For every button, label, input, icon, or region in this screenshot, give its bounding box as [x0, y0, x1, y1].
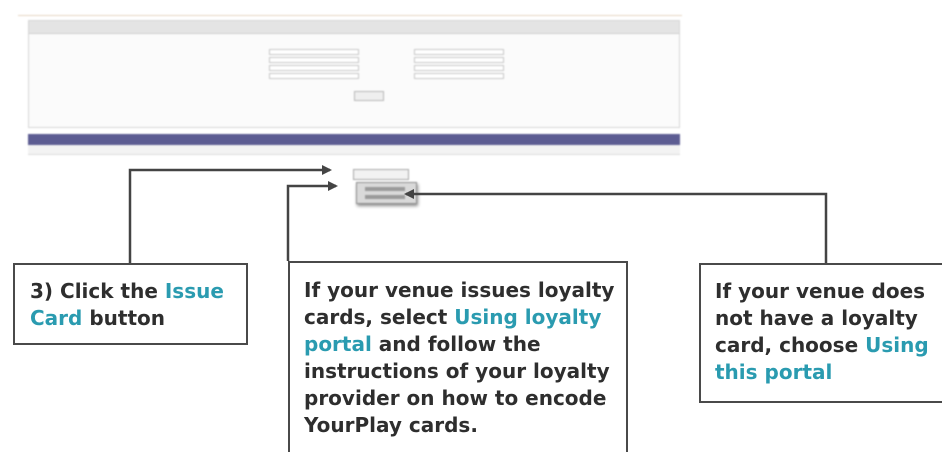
- arrow-to-issue-card-button: [128, 165, 332, 263]
- tutorial-screenshot: 3) Click the Issue Card button If your v…: [0, 0, 942, 452]
- callout-loyalty-portal: If your venue issues loyalty cards, sele…: [288, 261, 628, 452]
- arrow-to-this-portal-option: [404, 189, 828, 263]
- callout-step-tail: button: [82, 306, 165, 330]
- callout-click-issue-card: 3) Click the Issue Card button: [13, 263, 248, 345]
- callout-step-lead: 3) Click the: [30, 279, 165, 303]
- arrow-to-loyalty-portal-option: [286, 181, 338, 261]
- callout-this-portal: If your venue does not have a loyalty ca…: [699, 263, 942, 403]
